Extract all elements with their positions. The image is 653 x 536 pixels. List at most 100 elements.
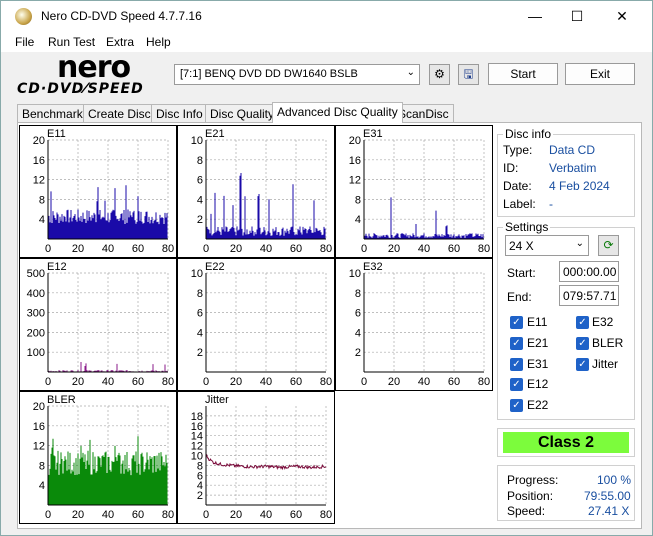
speed-select[interactable]: 24 X ⌄: [505, 235, 589, 256]
y-tick-label: 6: [355, 308, 361, 320]
x-tick-label: 80: [320, 376, 332, 388]
tab-advanced-disc-quality[interactable]: Advanced Disc Quality: [272, 102, 403, 123]
position-label: Position:: [507, 489, 554, 503]
e22-checkbox[interactable]: ✓: [510, 399, 523, 412]
tab-create-disc[interactable]: Create Disc: [83, 104, 156, 123]
e11-checkbox[interactable]: ✓: [510, 316, 523, 329]
e11-checkbox-label: E11: [527, 315, 548, 329]
chart-jitter: Jitter 0 20 40 60 80 2 4 6 8 10 12 14 16 18: [177, 391, 335, 524]
y-tick-label: 400: [27, 288, 45, 300]
y-tick-label: 8: [197, 288, 203, 300]
x-tick-label: 60: [290, 376, 302, 388]
disc-eject-icon[interactable]: ⚙: [429, 64, 450, 85]
x-tick-label: 0: [361, 376, 367, 388]
exit-button[interactable]: Exit: [565, 63, 635, 85]
chart-bler-svg: BLER 0 20 40 60 80 4 8 12 16 20: [33, 394, 174, 521]
x-tick-label: 20: [230, 243, 242, 255]
x-tick-label: 0: [45, 509, 51, 521]
save-icon[interactable]: 🖫: [458, 64, 479, 85]
tab-disc-quality[interactable]: Disc Quality: [205, 104, 280, 123]
x-tick-label: 60: [448, 376, 460, 388]
y-tick-label: 16: [33, 155, 45, 167]
y-tick-label: 10: [191, 268, 203, 280]
chart-e11: E11 0 20 40 60 80 4 8 12 16 20: [19, 125, 177, 258]
y-tick-label: 200: [27, 327, 45, 339]
x-tick-label: 60: [290, 243, 302, 255]
bler-checkbox-label: BLER: [592, 336, 624, 350]
x-tick-label: 20: [230, 509, 242, 521]
e21-checkbox[interactable]: ✓: [510, 337, 523, 350]
y-tick-label: 100: [27, 347, 45, 359]
logo-subtitle: CD·DVD⁄SPEED: [17, 81, 144, 97]
y-tick-label: 6: [197, 175, 203, 187]
y-tick-label: 2: [355, 347, 361, 359]
chart-title: E31: [363, 128, 383, 140]
x-tick-label: 0: [203, 509, 209, 521]
drive-select[interactable]: [7:1] BENQ DVD DD DW1640 BSLB ⌄: [174, 64, 420, 85]
menu-extra[interactable]: Extra: [106, 35, 134, 49]
window-title: Nero CD-DVD Speed 4.7.7.16: [41, 9, 202, 23]
menu-file[interactable]: File: [15, 35, 34, 49]
date-value: 4 Feb 2024: [549, 179, 610, 193]
minimize-button[interactable]: —: [520, 6, 550, 26]
y-tick-label: 20: [349, 135, 361, 147]
start-field[interactable]: 000:00.00: [559, 261, 619, 282]
x-tick-label: 20: [388, 243, 400, 255]
speed-value: 27.41 X: [588, 504, 630, 518]
x-tick-label: 20: [72, 376, 84, 388]
end-field[interactable]: 079:57.71: [559, 285, 619, 306]
y-tick-label: 16: [33, 421, 45, 433]
e12-checkbox[interactable]: ✓: [510, 378, 523, 391]
y-tick-label: 12: [33, 175, 45, 187]
app-icon: [15, 8, 32, 25]
y-tick-label: 4: [197, 194, 203, 206]
y-tick-label: 4: [39, 214, 45, 226]
y-tick-label: 18: [191, 411, 203, 423]
refresh-icon[interactable]: ⟳: [598, 235, 619, 256]
x-tick-label: 0: [361, 243, 367, 255]
chart-e31: E31 0 20 40 60 80 4 8 12 16 20: [335, 125, 493, 258]
x-tick-label: 20: [230, 376, 242, 388]
y-tick-label: 8: [355, 288, 361, 300]
y-tick-label: 12: [349, 175, 361, 187]
x-tick-label: 60: [132, 243, 144, 255]
chart-title: BLER: [47, 394, 76, 406]
x-tick-label: 40: [418, 243, 430, 255]
close-button[interactable]: ✕: [607, 6, 637, 26]
nero-logo: nero CD·DVD⁄SPEED: [17, 50, 167, 100]
id-value: Verbatim: [549, 161, 597, 175]
y-tick-label: 16: [349, 155, 361, 167]
toolbar: nero CD·DVD⁄SPEED [7:1] BENQ DVD DD DW16…: [1, 50, 652, 102]
start-button[interactable]: Start: [488, 63, 558, 85]
x-tick-label: 20: [388, 376, 400, 388]
maximize-button[interactable]: ☐: [562, 6, 592, 26]
chevron-down-icon: ⌄: [575, 238, 584, 249]
chart-e21-svg: E21 0 20 40 60 80 2 4 6 8 10: [191, 128, 332, 255]
jitter-checkbox[interactable]: ✓: [576, 358, 589, 371]
x-tick-label: 40: [260, 376, 272, 388]
drive-select-value: [7:1] BENQ DVD DD DW1640 BSLB: [180, 68, 358, 80]
chart-jitter-svg: Jitter0 20 40 60 8024681012141618: [191, 394, 332, 521]
y-tick-label: 4: [355, 214, 361, 226]
date-label: Date:: [503, 179, 532, 193]
tab-disc-info[interactable]: Disc Info: [151, 104, 208, 123]
main-window: Nero CD-DVD Speed 4.7.7.16 — ☐ ✕ File Ru…: [0, 0, 653, 536]
bler-checkbox[interactable]: ✓: [576, 337, 589, 350]
menu-run-test[interactable]: Run Test: [48, 35, 95, 49]
menu-help[interactable]: Help: [146, 35, 171, 49]
x-tick-label: 80: [162, 243, 174, 255]
x-tick-label: 80: [320, 243, 332, 255]
e32-checkbox[interactable]: ✓: [576, 316, 589, 329]
x-tick-label: 60: [448, 243, 460, 255]
x-tick-label: 60: [132, 376, 144, 388]
x-tick-label: 80: [320, 509, 332, 521]
chart-e32-svg: E32 0 20 40 60 80 2 4 6 8 10: [349, 261, 490, 388]
x-tick-label: 60: [290, 509, 302, 521]
e31-checkbox[interactable]: ✓: [510, 358, 523, 371]
chart-e31-svg: E31 0 20 40 60 80 4 8 12 16 20: [349, 128, 490, 255]
y-tick-label: 8: [355, 194, 361, 206]
label-label: Label:: [503, 197, 536, 211]
tab-benchmark[interactable]: Benchmark: [17, 104, 88, 123]
e12-checkbox-label: E12: [527, 377, 549, 391]
x-tick-label: 40: [418, 376, 430, 388]
